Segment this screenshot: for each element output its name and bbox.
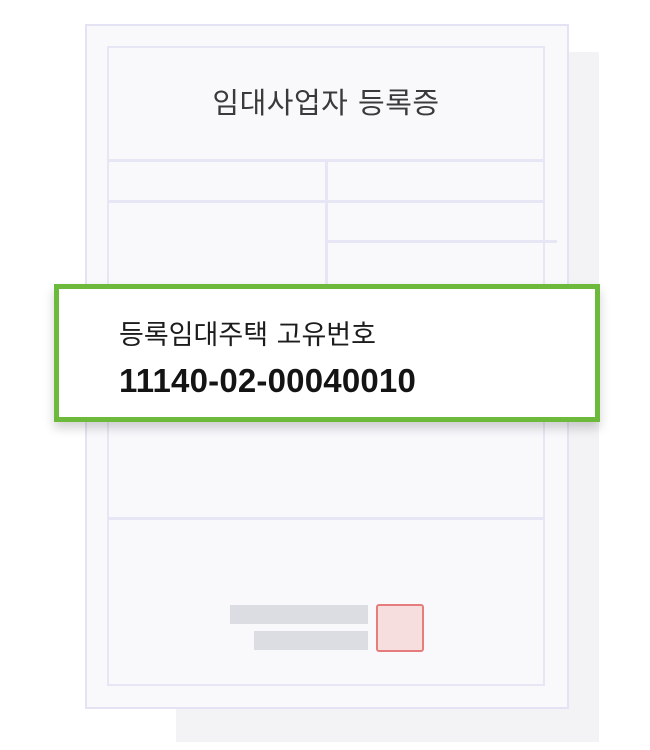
unique-number-callout: 등록임대주택 고유번호 11140-02-00040010 [54, 284, 600, 422]
table-divider [325, 160, 328, 290]
unique-number-value: 11140-02-00040010 [119, 362, 417, 399]
table-divider [326, 240, 557, 243]
certificate-title: 임대사업자 등록증 [212, 86, 440, 120]
signature-placeholder-line [254, 631, 368, 650]
unique-number-label: 등록임대주택 고유번호 [119, 320, 376, 351]
table-divider [107, 517, 545, 520]
signature-placeholder-line [230, 605, 368, 624]
official-seal [376, 604, 424, 652]
